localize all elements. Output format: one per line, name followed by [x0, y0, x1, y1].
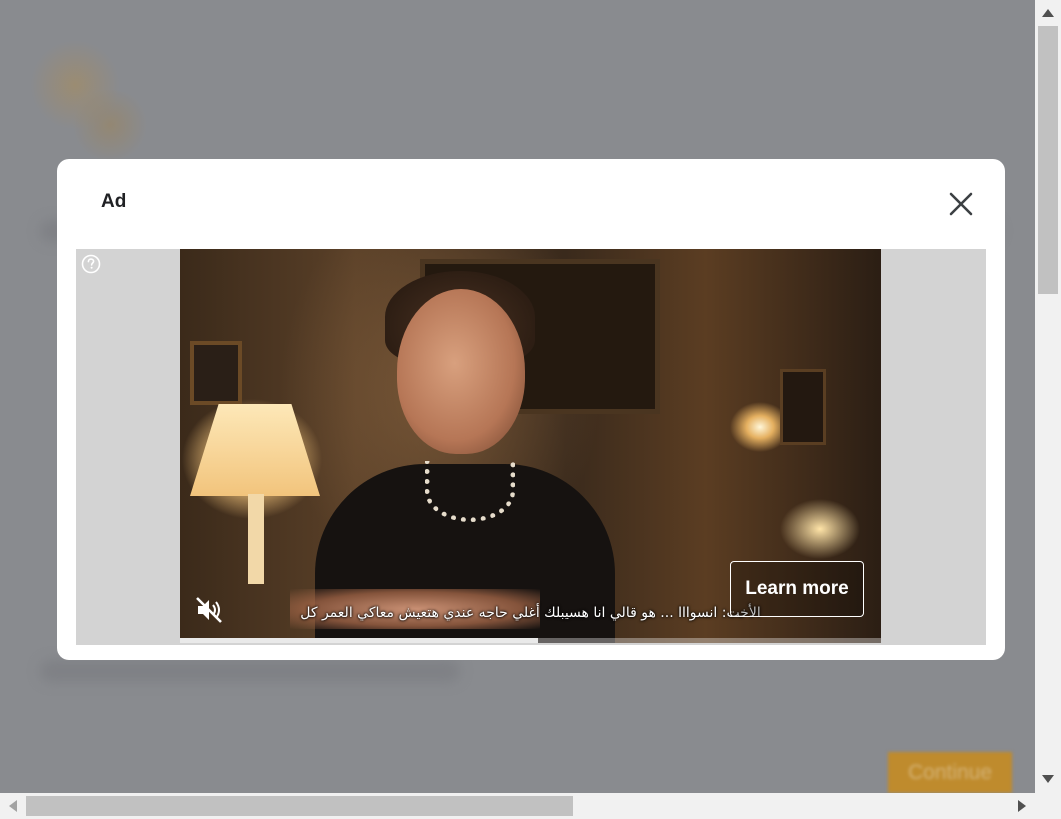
close-button[interactable] — [943, 186, 979, 222]
vertical-scrollbar-thumb[interactable] — [1038, 26, 1058, 294]
background-content-blur — [40, 660, 460, 682]
continue-button: Continue — [888, 752, 1012, 793]
arrow-left-icon[interactable] — [9, 800, 17, 812]
arrow-right-icon[interactable] — [1018, 800, 1026, 812]
learn-more-button[interactable]: Learn more — [730, 561, 864, 617]
video-scene — [190, 341, 242, 405]
video-scene — [190, 404, 320, 496]
arrow-up-icon[interactable] — [1042, 9, 1054, 17]
ad-dialog: Ad الأخت: انسوااا ... هو قالي انا هسيبلك… — [57, 159, 1005, 660]
video-progress-fill — [180, 638, 538, 643]
scrollbar-corner — [1035, 793, 1061, 819]
ad-video[interactable]: الأخت: انسوااا ... هو قالي انا هسيبلك أغ… — [180, 249, 881, 643]
horizontal-scrollbar-thumb[interactable] — [26, 796, 573, 816]
help-circle-icon[interactable] — [81, 254, 101, 274]
horizontal-scrollbar[interactable] — [0, 793, 1035, 819]
video-scene — [397, 289, 525, 454]
video-scene — [425, 461, 515, 522]
background-image-blur — [70, 90, 150, 160]
video-progress-bar[interactable] — [180, 638, 881, 643]
video-scene — [780, 369, 826, 445]
close-icon — [949, 192, 973, 216]
arrow-down-icon[interactable] — [1042, 775, 1054, 783]
dialog-title: Ad — [101, 191, 127, 212]
video-scene — [248, 494, 264, 584]
ad-frame: الأخت: انسوااا ... هو قالي انا هسيبلك أغ… — [76, 249, 986, 645]
vertical-scrollbar[interactable] — [1035, 0, 1061, 793]
volume-muted-icon — [196, 597, 222, 623]
mute-button[interactable] — [194, 595, 224, 625]
